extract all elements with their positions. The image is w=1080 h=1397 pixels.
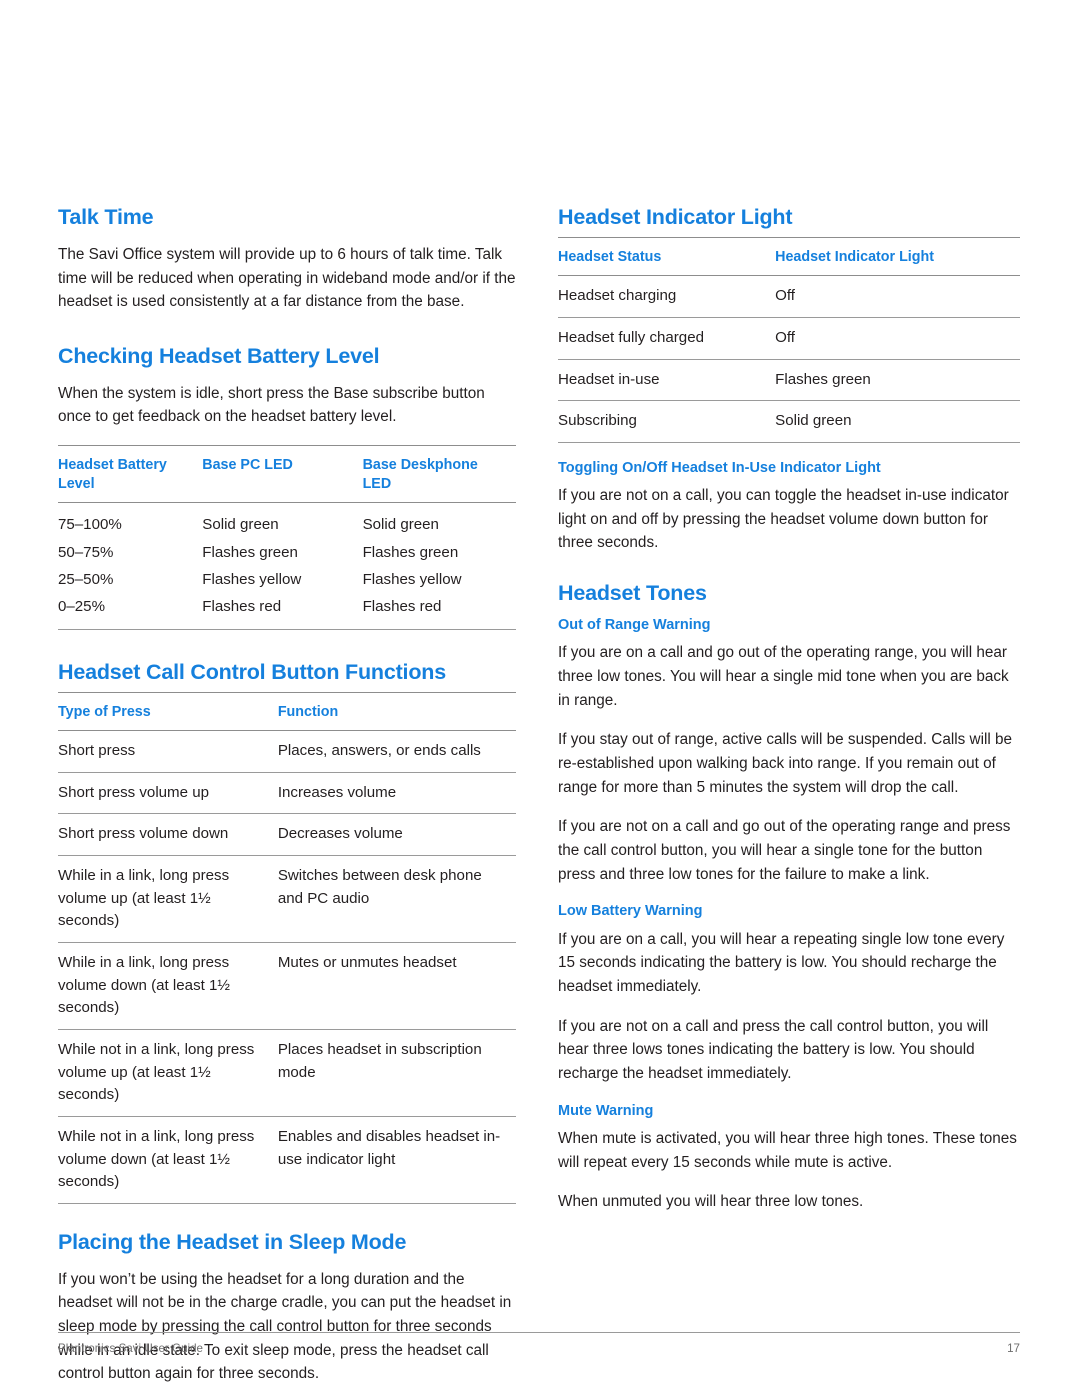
cell-deskphone-led: Flashes yellow <box>362 571 462 589</box>
table-row: Headset in-use Flashes green <box>558 359 1020 402</box>
column-header-base-deskphone-led: Base Deskphone LED <box>362 445 516 504</box>
column-header-base-pc-led: Base PC LED <box>202 445 363 504</box>
section-heading-talk-time: Talk Time <box>58 205 154 229</box>
table-row: 50–75% Flashes green Flashes green <box>58 539 516 566</box>
table-row: While in a link, long press volume down … <box>58 942 516 1030</box>
mute-paragraph-2: When unmuted you will hear three low ton… <box>558 1193 864 1211</box>
section-heading-checking-headset-battery-level: Checking Headset Battery Level <box>58 343 380 368</box>
cell-deskphone-led: Flashes green <box>362 543 459 561</box>
cell-deskphone-led: Solid green <box>362 516 439 534</box>
cell-indicator-light: Off <box>775 317 1020 360</box>
table-row: Subscribing Solid green <box>558 400 1020 443</box>
cell-battery-range: 25–50% <box>58 571 114 589</box>
battery-level-paragraph: When the system is idle, short press the… <box>58 384 485 426</box>
subheading-low-battery-warning: Low Battery Warning <box>558 903 703 920</box>
column-header-battery-level: Headset Battery Level <box>58 445 203 504</box>
right-column: Headset Indicator Light Headset Status H… <box>558 205 1020 1386</box>
table-row: Short press volume down Decreases volume <box>58 813 516 857</box>
table-header-row: Type of Press Function <box>58 692 516 732</box>
page-footer: Plantronics Savi User Guide 17 <box>58 1332 1020 1355</box>
table-row: While in a link, long press volume up (a… <box>58 855 516 944</box>
section-heading-headset-tones: Headset Tones <box>558 581 707 606</box>
cell-headset-status: Subscribing <box>558 400 776 443</box>
table-row: 25–50% Flashes yellow Flashes yellow <box>58 566 516 593</box>
subheading-toggling-in-use-indicator-light: Toggling On/Off Headset In-Use Indicator… <box>558 459 881 476</box>
out-of-range-paragraph-2: If you stay out of range, active calls w… <box>558 731 1013 796</box>
headset-indicator-light-table: Headset Status Headset Indicator Light H… <box>558 236 1020 443</box>
table-row: Headset fully charged Off <box>558 317 1020 360</box>
table-header-row: Headset Status Headset Indicator Light <box>558 237 1020 277</box>
cell-function: Increases volume <box>277 772 516 815</box>
subheading-mute-warning: Mute Warning <box>558 1102 654 1119</box>
table-row: Short press Places, answers, or ends cal… <box>58 730 516 773</box>
cell-headset-status: Headset fully charged <box>558 317 776 360</box>
cell-function: Places headset in subscription mode <box>277 1029 516 1117</box>
cell-pc-led: Flashes yellow <box>202 571 302 589</box>
footer-guide-title: Plantronics Savi User Guide <box>58 1342 203 1355</box>
toggling-paragraph: If you are not on a call, you can toggle… <box>558 487 1009 552</box>
talk-time-paragraph: The Savi Office system will provide up t… <box>58 245 516 311</box>
call-control-table: Type of Press Function Short press Place… <box>58 691 516 1204</box>
cell-indicator-light: Off <box>775 275 1020 319</box>
table-row: 75–100% Solid green Solid green <box>58 503 516 539</box>
column-header-headset-indicator-light: Headset Indicator Light <box>775 237 1020 277</box>
footer-page-number: 17 <box>1007 1342 1020 1355</box>
cell-headset-status: Headset in-use <box>558 359 776 402</box>
cell-pc-led: Solid green <box>202 516 279 534</box>
cell-function: Switches between desk phone and PC audio <box>277 855 516 944</box>
table-row: Headset charging Off <box>558 275 1020 319</box>
table-row: While not in a link, long press volume d… <box>58 1116 516 1204</box>
cell-battery-range: 50–75% <box>58 543 114 561</box>
cell-press-type: Short press volume down <box>58 813 278 857</box>
table-row: 0–25% Flashes red Flashes red <box>58 593 516 630</box>
cell-press-type: Short press <box>58 730 278 773</box>
cell-function: Enables and disables headset in-use indi… <box>277 1116 516 1204</box>
out-of-range-paragraph-3: If you are not on a call and go out of t… <box>558 818 1011 883</box>
cell-battery-range: 0–25% <box>58 593 203 630</box>
cell-pc-led: Flashes green <box>202 543 298 561</box>
section-heading-placing-the-headset-in-sleep-mode: Placing the Headset in Sleep Mode <box>58 1229 407 1254</box>
subheading-out-of-range-warning: Out of Range Warning <box>558 616 711 633</box>
cell-pc-led: Flashes red <box>202 593 363 630</box>
cell-indicator-light: Solid green <box>775 400 1020 443</box>
table-row: While not in a link, long press volume u… <box>58 1029 516 1117</box>
cell-press-type: While in a link, long press volume down … <box>58 942 278 1030</box>
left-column: Talk Time The Savi Office system will pr… <box>58 205 516 1386</box>
column-header-function: Function <box>277 692 516 732</box>
table-header-row: Headset Battery Level Base PC LED Base D… <box>58 445 516 504</box>
footer-divider <box>58 1332 1020 1333</box>
column-header-type-of-press: Type of Press <box>58 692 278 732</box>
cell-battery-range: 75–100% <box>58 516 122 534</box>
cell-press-type: While not in a link, long press volume u… <box>58 1029 278 1117</box>
table-row: Short press volume up Increases volume <box>58 772 516 815</box>
low-battery-paragraph-2: If you are not on a call and press the c… <box>558 1017 989 1083</box>
cell-press-type: Short press volume up <box>58 772 278 815</box>
cell-headset-status: Headset charging <box>558 275 776 319</box>
out-of-range-paragraph-1: If you are on a call and go out of the o… <box>558 644 1009 709</box>
cell-press-type: While in a link, long press volume up (a… <box>58 855 278 944</box>
cell-function: Places, answers, or ends calls <box>277 730 516 773</box>
sleep-mode-paragraph: If you won’t be using the headset for a … <box>58 1270 512 1383</box>
section-heading-headset-call-control-button-functions: Headset Call Control Button Functions <box>58 659 446 684</box>
mute-paragraph-1: When mute is activated, you will hear th… <box>558 1129 1017 1171</box>
cell-press-type: While not in a link, long press volume d… <box>58 1116 278 1204</box>
low-battery-paragraph-1: If you are on a call, you will hear a re… <box>558 930 1005 995</box>
page-columns: Talk Time The Savi Office system will pr… <box>58 205 1020 1386</box>
cell-deskphone-led: Flashes red <box>362 593 516 630</box>
document-page: Talk Time The Savi Office system will pr… <box>0 0 1080 1397</box>
cell-indicator-light: Flashes green <box>775 359 1020 402</box>
battery-level-table: Headset Battery Level Base PC LED Base D… <box>58 445 516 630</box>
section-heading-headset-indicator-light: Headset Indicator Light <box>558 205 793 229</box>
cell-function: Mutes or unmutes headset <box>277 942 516 1030</box>
column-header-headset-status: Headset Status <box>558 237 776 277</box>
cell-function: Decreases volume <box>277 813 516 857</box>
footer-row: Plantronics Savi User Guide 17 <box>58 1342 1020 1355</box>
